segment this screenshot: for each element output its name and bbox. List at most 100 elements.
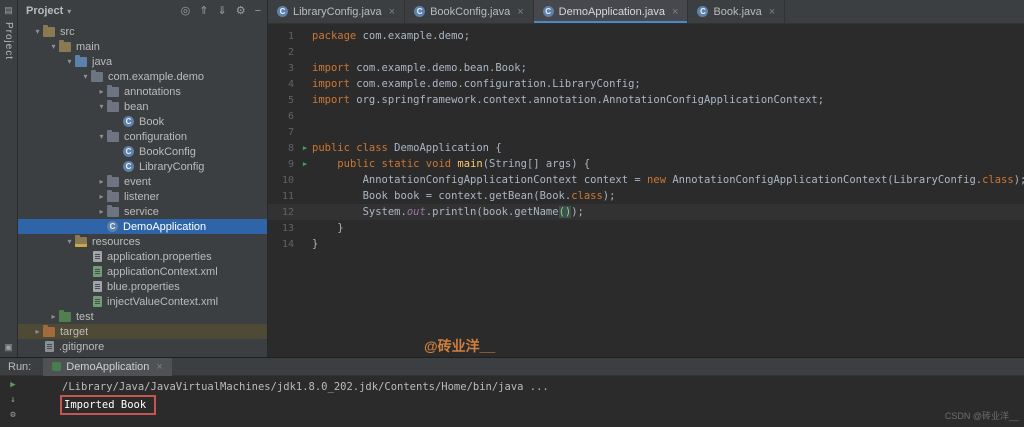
line-number[interactable]: 13 xyxy=(268,223,298,234)
editor-tab-demoapplication-java[interactable]: C DemoApplication.java × xyxy=(533,0,689,23)
code-editor[interactable]: 1 package com.example.demo; 2 3 import com.e… xyxy=(268,24,1024,357)
hide-panel-icon[interactable]: − xyxy=(255,4,261,18)
chevron-right-icon[interactable]: ▸ xyxy=(96,207,107,216)
scroll-down-icon[interactable]: ↓ xyxy=(10,394,15,407)
line-number[interactable]: 4 xyxy=(268,79,298,90)
chevron-down-icon[interactable]: ▾ xyxy=(96,102,107,111)
tree-item-blue-properties[interactable]: blue.properties xyxy=(18,279,267,294)
chevron-right-icon[interactable]: ▸ xyxy=(32,327,43,336)
code-line[interactable]: 9 ▶ public static void main(String[] args… xyxy=(268,156,1024,172)
close-icon[interactable]: × xyxy=(389,6,395,18)
class-icon: C xyxy=(123,116,134,127)
code-line[interactable]: 8 ▶ public class DemoApplication { xyxy=(268,140,1024,156)
code-line[interactable]: 7 xyxy=(268,124,1024,140)
tree-item-demoapplication[interactable]: C DemoApplication xyxy=(18,219,267,234)
locate-icon[interactable]: ◎ xyxy=(181,4,191,18)
code-line[interactable]: 11 Book book = context.getBean(Book.clas… xyxy=(268,188,1024,204)
chevron-down-icon[interactable]: ▾ xyxy=(80,72,91,81)
chevron-down-icon[interactable]: ▾ xyxy=(32,27,43,36)
project-tree[interactable]: ▾ src ▾ main ▾ java ▾ com.example.demo ▸ annotati… xyxy=(18,22,267,357)
tree-item-book[interactable]: C Book xyxy=(18,114,267,129)
line-number[interactable]: 3 xyxy=(268,63,298,74)
chevron-down-icon[interactable]: ▾ xyxy=(64,57,75,66)
editor-tab-bookconfig-java[interactable]: C BookConfig.java × xyxy=(405,0,534,23)
line-number[interactable]: 6 xyxy=(268,111,298,122)
chevron-right-icon[interactable]: ▸ xyxy=(48,312,59,321)
close-icon[interactable]: × xyxy=(672,6,678,18)
line-number[interactable]: 12 xyxy=(268,207,298,218)
tree-item-configuration[interactable]: ▾ configuration xyxy=(18,129,267,144)
line-number[interactable]: 1 xyxy=(268,31,298,42)
close-icon[interactable]: × xyxy=(156,361,162,373)
tree-item-label: application.properties xyxy=(107,250,212,263)
chevron-down-icon[interactable]: ▾ xyxy=(96,132,107,141)
line-number[interactable]: 9 xyxy=(268,159,298,170)
line-number[interactable]: 7 xyxy=(268,127,298,138)
rerun-icon[interactable]: ▶ xyxy=(10,379,15,392)
properties-icon xyxy=(93,281,102,292)
line-number[interactable]: 8 xyxy=(268,143,298,154)
tree-item-java[interactable]: ▾ java xyxy=(18,54,267,69)
collapse-all-icon[interactable]: ⇑ xyxy=(199,4,208,18)
code-line[interactable]: 13 } xyxy=(268,220,1024,236)
line-number[interactable]: 5 xyxy=(268,95,298,106)
editor-area: C LibraryConfig.java × C BookConfig.java × C De… xyxy=(268,0,1024,357)
favorites-tool-icon[interactable]: ▣ xyxy=(4,341,13,353)
chevron-right-icon[interactable]: ▸ xyxy=(96,177,107,186)
chevron-right-icon[interactable]: ▸ xyxy=(96,87,107,96)
tree-item-com-example-demo[interactable]: ▾ com.example.demo xyxy=(18,69,267,84)
tree-item-bean[interactable]: ▾ bean xyxy=(18,99,267,114)
close-icon[interactable]: × xyxy=(517,6,523,18)
tree-item-target[interactable]: ▸ target xyxy=(18,324,267,339)
expand-all-icon[interactable]: ⇓ xyxy=(217,4,226,18)
run-settings-icon[interactable]: ⚙ xyxy=(10,409,15,422)
code-line[interactable]: 1 package com.example.demo; xyxy=(268,28,1024,44)
tree-item-label: configuration xyxy=(124,130,187,143)
chevron-down-icon[interactable]: ▾ xyxy=(48,42,59,51)
chevron-down-icon[interactable]: ▾ xyxy=(64,237,75,246)
run-tab-demoapplication[interactable]: DemoApplication × xyxy=(43,357,172,376)
code-line[interactable]: 4 import com.example.demo.configuration.L… xyxy=(268,76,1024,92)
tree-item-annotations[interactable]: ▸ annotations xyxy=(18,84,267,99)
editor-tab-label: LibraryConfig.java xyxy=(293,5,382,18)
editor-tab-book-java[interactable]: C Book.java × xyxy=(688,0,786,23)
line-number[interactable]: 10 xyxy=(268,175,298,186)
tree-item-test[interactable]: ▸ test xyxy=(18,309,267,324)
project-tool-button[interactable]: Project xyxy=(3,22,14,60)
tree-item-injectvaluecontext-xml[interactable]: injectValueContext.xml xyxy=(18,294,267,309)
console-output[interactable]: /Library/Java/JavaVirtualMachines/jdk1.8… xyxy=(26,376,1024,427)
tree-item-service[interactable]: ▸ service xyxy=(18,204,267,219)
chevron-right-icon[interactable]: ▸ xyxy=(96,192,107,201)
tree-item-event[interactable]: ▸ event xyxy=(18,174,267,189)
line-number[interactable]: 2 xyxy=(268,47,298,58)
tree-item-bookconfig[interactable]: C BookConfig xyxy=(18,144,267,159)
tree-item-libraryconfig[interactable]: C LibraryConfig xyxy=(18,159,267,174)
code-line[interactable]: 2 xyxy=(268,44,1024,60)
tree-item-application-properties[interactable]: application.properties xyxy=(18,249,267,264)
code-line[interactable]: 10 AnnotationConfigApplicationContext co… xyxy=(268,172,1024,188)
tree-item-applicationcontext-xml[interactable]: applicationContext.xml xyxy=(18,264,267,279)
tree-item-main[interactable]: ▾ main xyxy=(18,39,267,54)
code-line[interactable]: 14} xyxy=(268,236,1024,252)
settings-icon[interactable]: ⚙ xyxy=(236,4,246,18)
code-line[interactable]: 5 import org.springframework.context.anno… xyxy=(268,92,1024,108)
tree-item-gitignore[interactable]: .gitignore xyxy=(18,339,267,354)
editor-tab-label: BookConfig.java xyxy=(430,5,511,18)
run-line-icon[interactable]: ▶ xyxy=(298,160,312,168)
code-line[interactable]: 3 import com.example.demo.bean.Book; xyxy=(268,60,1024,76)
line-number[interactable]: 11 xyxy=(268,191,298,202)
window-menu-icon[interactable]: ▤ xyxy=(4,4,13,16)
project-panel-title[interactable]: Project xyxy=(26,5,63,17)
code-line[interactable]: 6 xyxy=(268,108,1024,124)
tree-item-resources[interactable]: ▾ resources xyxy=(18,234,267,249)
line-number[interactable]: 14 xyxy=(268,239,298,250)
folder-excluded-icon xyxy=(43,324,55,337)
editor-tab-libraryconfig-java[interactable]: C LibraryConfig.java × xyxy=(268,0,406,23)
code-line[interactable]: 12 System.out.println(book.getName()); xyxy=(268,204,1024,220)
run-line-icon[interactable]: ▶ xyxy=(298,144,312,152)
close-icon[interactable]: × xyxy=(769,6,775,18)
chevron-down-icon[interactable]: ▾ xyxy=(67,7,71,16)
tree-item-label: applicationContext.xml xyxy=(107,265,218,278)
tree-item-src[interactable]: ▾ src xyxy=(18,24,267,39)
tree-item-listener[interactable]: ▸ listener xyxy=(18,189,267,204)
